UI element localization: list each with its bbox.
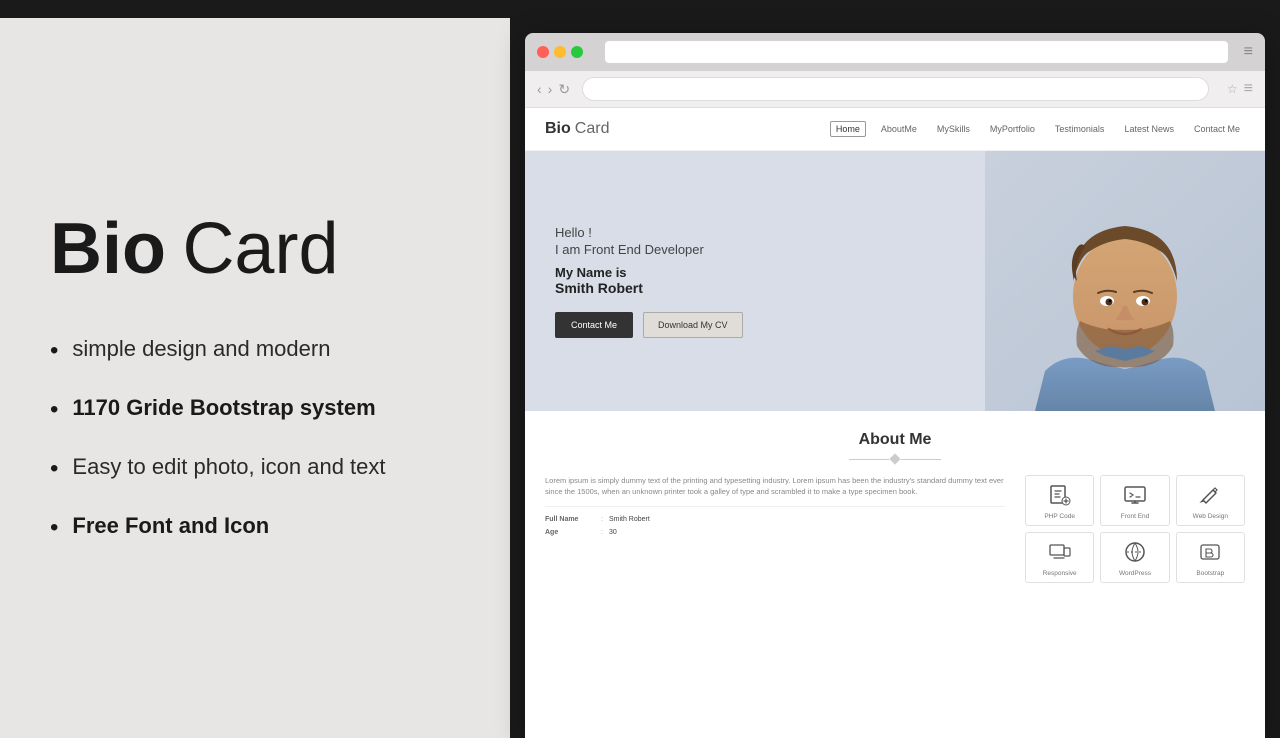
traffic-lights <box>537 46 583 58</box>
skill-responsive: Responsive <box>1025 532 1094 583</box>
left-panel: Bio Card • simple design and modern • 11… <box>0 18 510 738</box>
maximize-button[interactable] <box>571 46 583 58</box>
hero-text: Hello ! I am Front End Developer My Name… <box>525 195 1265 368</box>
info-row-fullname: Full Name : Smith Robert <box>545 513 1005 526</box>
webdesign-icon <box>1199 484 1221 509</box>
list-item: • Free Font and Icon <box>50 512 460 543</box>
close-button[interactable] <box>537 46 549 58</box>
bootstrap-icon <box>1199 541 1221 566</box>
bullet-icon: • <box>50 394 58 425</box>
feature-text: Easy to edit photo, icon and text <box>72 453 385 482</box>
chrome-address-bar[interactable] <box>605 41 1228 63</box>
skill-bootstrap-label: Bootstrap <box>1196 570 1224 577</box>
browser-menu-icon[interactable]: ≡ <box>1244 43 1253 61</box>
bullet-icon: • <box>50 335 58 366</box>
minimize-button[interactable] <box>554 46 566 58</box>
features-list: • simple design and modern • 1170 Gride … <box>50 335 460 544</box>
back-button[interactable]: ‹ <box>537 81 542 97</box>
hero-buttons: Contact Me Download My CV <box>555 312 1235 338</box>
hero-name-label: My Name is <box>555 265 1235 280</box>
hero-greeting: Hello ! <box>555 225 1235 240</box>
skill-frontend-label: Front End <box>1121 513 1150 520</box>
nav-item-home[interactable]: Home <box>830 121 866 137</box>
about-text-block: Lorem ipsum is simply dummy text of the … <box>545 475 1005 583</box>
nav-item-testimonials[interactable]: Testimonials <box>1050 122 1110 136</box>
site-menu: Home AboutMe MySkills MyPortfolio Testim… <box>830 121 1245 137</box>
feature-text: 1170 Gride Bootstrap system <box>72 394 375 423</box>
about-content: Lorem ipsum is simply dummy text of the … <box>545 475 1245 583</box>
url-bar[interactable] <box>582 77 1209 101</box>
browser-toolbar: ‹ › ↻ ☆ ≡ <box>525 71 1265 108</box>
contact-button[interactable]: Contact Me <box>555 312 633 338</box>
list-item: • simple design and modern <box>50 335 460 366</box>
feature-text: Free Font and Icon <box>72 512 269 541</box>
hero-role: I am Front End Developer <box>555 242 1235 257</box>
skill-responsive-label: Responsive <box>1043 570 1077 577</box>
info-value-fullname: Smith Robert <box>609 516 650 523</box>
right-panel: ≡ ‹ › ↻ ☆ ≡ Bio Card <box>510 18 1280 738</box>
info-row-age: Age : 30 <box>545 526 1005 539</box>
title-bio: Bio <box>50 209 166 289</box>
skills-grid: PHP Code Front End <box>1025 475 1245 583</box>
nav-item-contact[interactable]: Contact Me <box>1189 122 1245 136</box>
skill-wordpress: WordPress <box>1100 532 1169 583</box>
menu-icon[interactable]: ≡ <box>1244 80 1253 98</box>
skill-bootstrap: Bootstrap <box>1176 532 1245 583</box>
feature-text: simple design and modern <box>72 335 330 364</box>
browser-window: ≡ ‹ › ↻ ☆ ≡ Bio Card <box>525 33 1265 738</box>
site-nav: Bio Card Home AboutMe MySkills MyPortfol… <box>525 108 1265 151</box>
skill-php: PHP Code <box>1025 475 1094 526</box>
forward-button[interactable]: › <box>548 81 553 97</box>
bullet-icon: • <box>50 512 58 543</box>
about-body-text: Lorem ipsum is simply dummy text of the … <box>545 475 1005 498</box>
website-content: Bio Card Home AboutMe MySkills MyPortfol… <box>525 108 1265 738</box>
list-item: • 1170 Gride Bootstrap system <box>50 394 460 425</box>
divider-right <box>901 459 941 460</box>
hero-section: Hello ! I am Front End Developer My Name… <box>525 151 1265 411</box>
about-title: About Me <box>545 431 1245 449</box>
list-item: • Easy to edit photo, icon and text <box>50 453 460 484</box>
nav-item-news[interactable]: Latest News <box>1119 122 1179 136</box>
info-label-fullname: Full Name <box>545 516 595 523</box>
download-cv-button[interactable]: Download My CV <box>643 312 743 338</box>
frontend-icon <box>1124 484 1146 509</box>
logo-bio: Bio <box>545 120 571 138</box>
title-card: Card <box>182 209 338 289</box>
browser-chrome: ≡ <box>525 33 1265 71</box>
wordpress-icon <box>1124 541 1146 566</box>
skill-webdesign-label: Web Design <box>1193 513 1228 520</box>
about-divider <box>545 455 1245 463</box>
info-label-age: Age <box>545 529 595 536</box>
site-logo: Bio Card <box>545 120 609 138</box>
bookmark-icon[interactable]: ☆ <box>1227 82 1238 96</box>
divider-diamond <box>889 453 900 464</box>
nav-item-skills[interactable]: MySkills <box>932 122 975 136</box>
logo-card: Card <box>575 120 610 138</box>
skill-php-label: PHP Code <box>1044 513 1075 520</box>
nav-item-portfolio[interactable]: MyPortfolio <box>985 122 1040 136</box>
about-section: About Me Lorem ipsum is simply dummy tex… <box>525 411 1265 593</box>
divider-left <box>849 459 889 460</box>
title-block: Bio Card <box>50 213 460 285</box>
hero-name: Smith Robert <box>555 280 1235 296</box>
php-icon <box>1049 484 1071 509</box>
skill-wordpress-label: WordPress <box>1119 570 1151 577</box>
about-info: Full Name : Smith Robert Age : 30 <box>545 506 1005 539</box>
bullet-icon: • <box>50 453 58 484</box>
responsive-icon <box>1049 541 1071 566</box>
skill-frontend: Front End <box>1100 475 1169 526</box>
skill-webdesign: Web Design <box>1176 475 1245 526</box>
info-value-age: 30 <box>609 529 617 536</box>
refresh-button[interactable]: ↻ <box>558 81 570 98</box>
nav-item-about[interactable]: AboutMe <box>876 122 922 136</box>
